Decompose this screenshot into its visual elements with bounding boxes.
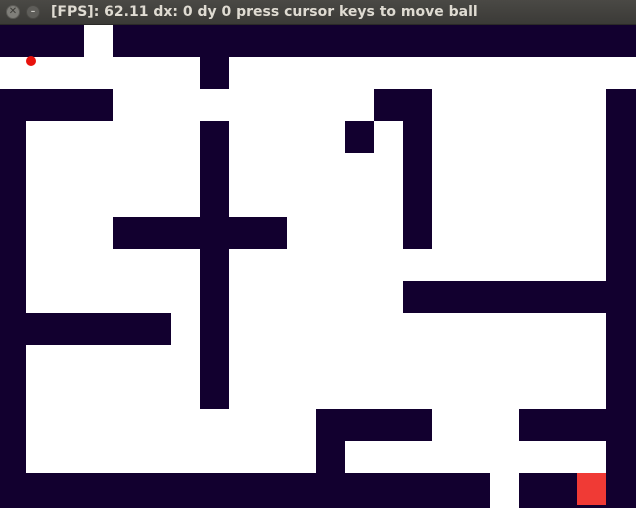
close-icon: ✕: [8, 6, 18, 17]
maze-wall: [0, 25, 84, 57]
minimize-icon: –: [30, 7, 36, 17]
maze-wall: [519, 409, 606, 441]
maze-wall: [374, 89, 432, 121]
minimize-button[interactable]: –: [26, 5, 40, 19]
maze-wall: [316, 441, 345, 473]
game-canvas[interactable]: [0, 25, 636, 508]
maze-wall: [606, 89, 636, 508]
close-button[interactable]: ✕: [6, 5, 20, 19]
window-title: [FPS]: 62.11 dx: 0 dy 0 press cursor key…: [51, 4, 478, 20]
ball[interactable]: [26, 56, 36, 66]
title-bar[interactable]: ✕ – [FPS]: 62.11 dx: 0 dy 0 press cursor…: [0, 0, 636, 25]
maze-wall: [0, 89, 113, 121]
maze-wall: [403, 121, 432, 249]
maze-wall: [403, 281, 606, 313]
goal-square: [577, 473, 606, 505]
maze-wall: [113, 25, 636, 57]
maze-wall: [0, 121, 26, 508]
maze-wall: [345, 121, 374, 153]
maze-wall: [200, 121, 229, 409]
app-window: ✕ – [FPS]: 62.11 dx: 0 dy 0 press cursor…: [0, 0, 636, 508]
maze-wall: [113, 217, 287, 249]
maze-wall: [26, 313, 171, 345]
maze-wall: [0, 473, 490, 508]
maze-wall: [316, 409, 432, 441]
maze-wall: [200, 57, 229, 89]
